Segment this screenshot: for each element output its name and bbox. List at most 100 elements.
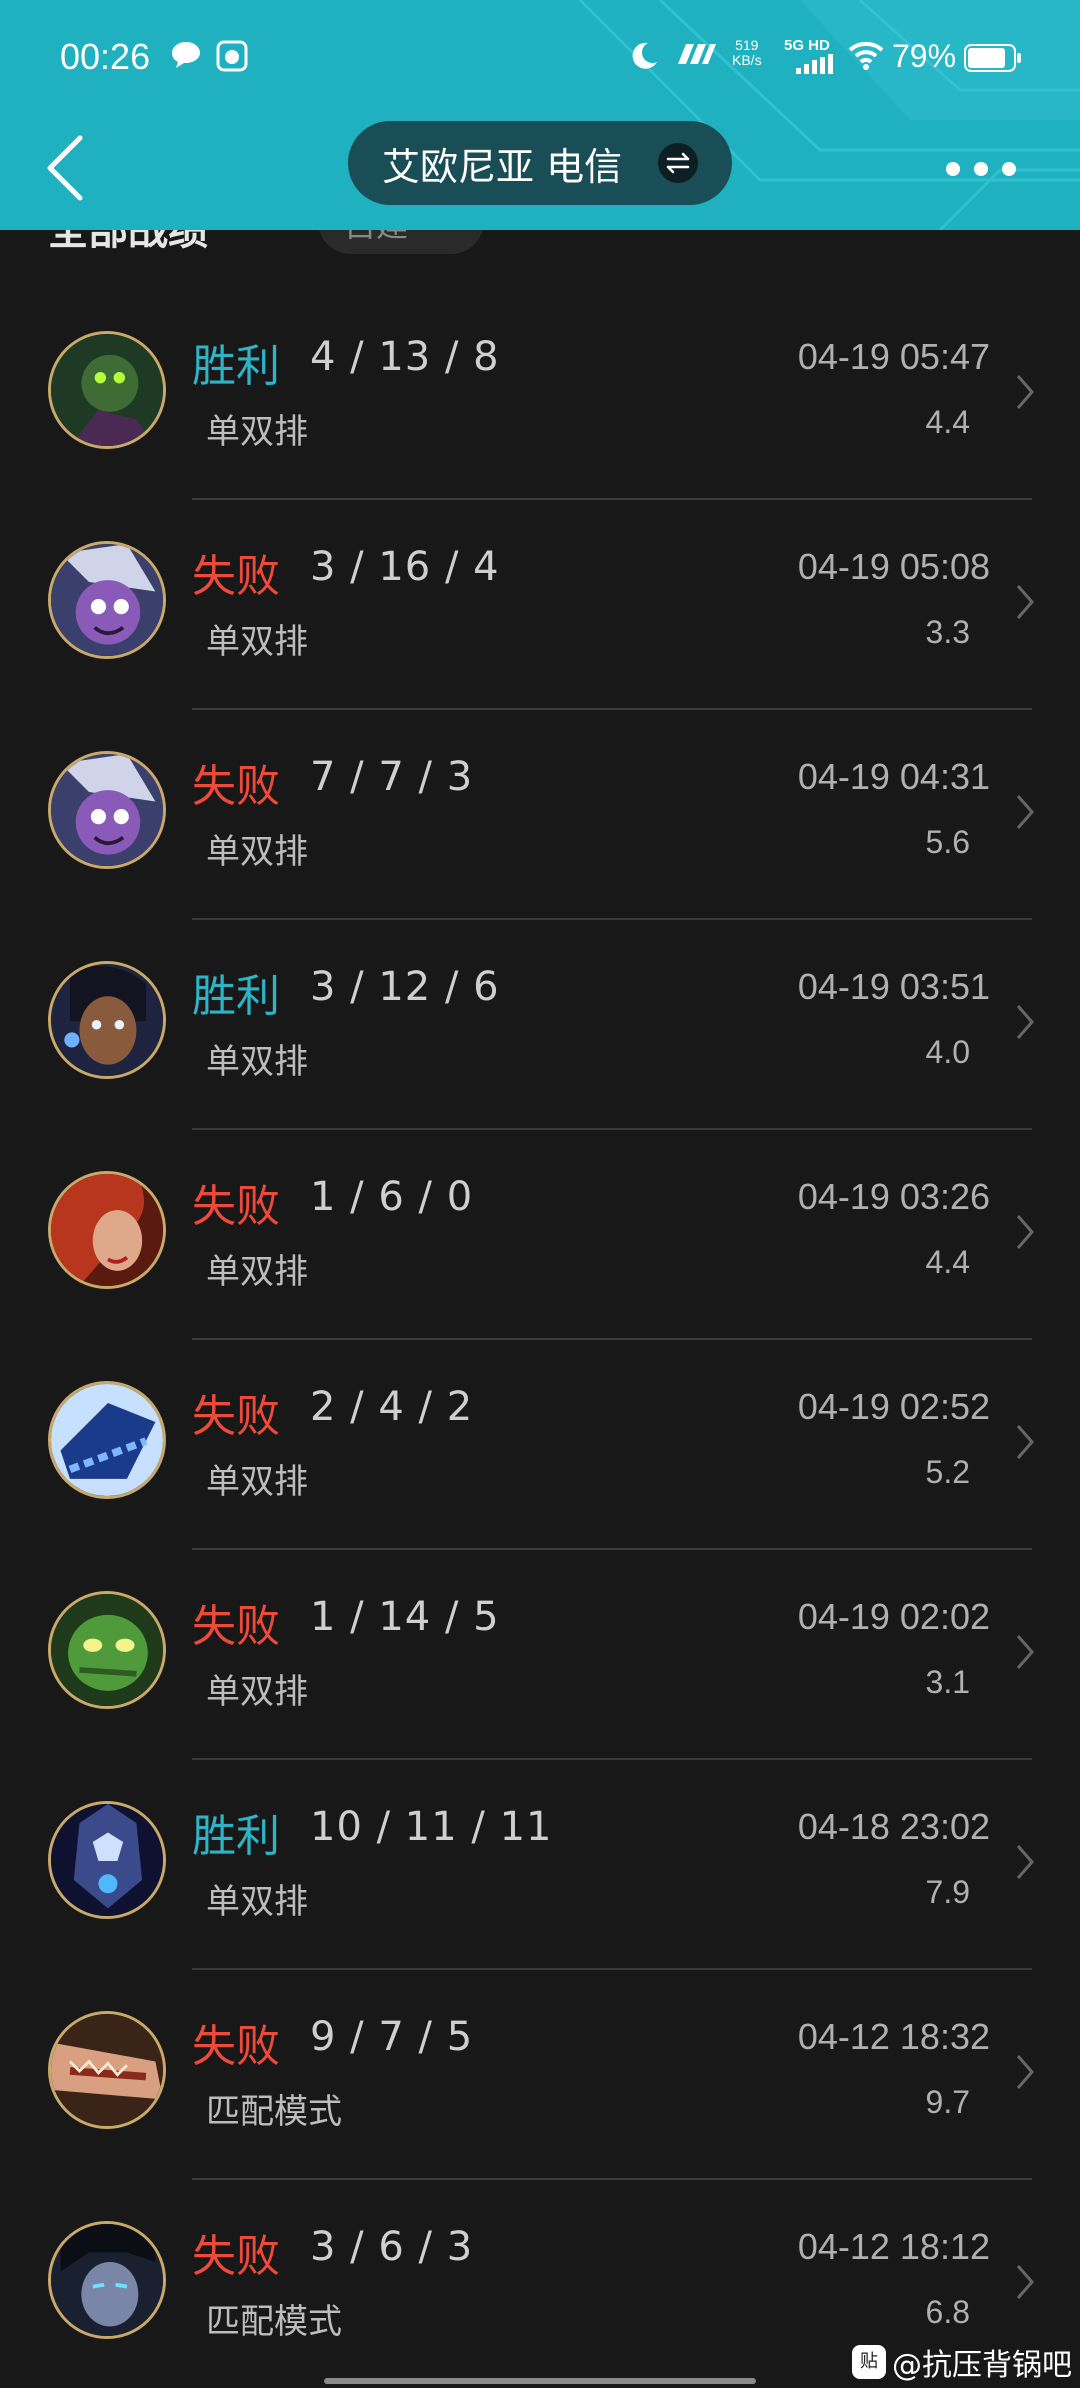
chevron-right-icon (1016, 1845, 1034, 1879)
match-mode: 单双排 (206, 1042, 308, 1082)
match-datetime: 04-18 23:02 (797, 1806, 990, 1847)
chevron-right-icon (1016, 1425, 1034, 1459)
chevron-right-icon (1016, 2265, 1034, 2299)
match-datetime: 04-19 03:51 (797, 966, 990, 1007)
green-mummy-champion-icon (48, 1591, 166, 1709)
match-result: 失败 (192, 761, 280, 812)
match-result: 失败 (192, 551, 280, 602)
more-dot (946, 162, 960, 176)
moon-icon (632, 42, 657, 69)
match-kda: 10 / 11 / 11 (310, 1804, 553, 1850)
status-bar: 00:26 519 KB/s 5G HD 79% (0, 0, 1080, 118)
purple-yordle-champion-icon (48, 751, 166, 869)
match-datetime: 04-19 02:52 (797, 1386, 990, 1427)
match-mode: 单双排 (206, 622, 308, 662)
chevron-right-icon (1016, 375, 1034, 409)
network-type: 5G HD (784, 37, 830, 54)
match-row[interactable]: 胜利 10 / 11 / 11 单双排 04-18 23:02 7.9 (0, 1760, 1080, 1970)
match-result: 胜利 (192, 341, 280, 392)
match-result: 失败 (192, 2231, 280, 2282)
match-result: 胜利 (192, 1811, 280, 1862)
match-score: 7.9 (925, 1874, 970, 1910)
match-datetime: 04-19 03:26 (797, 1176, 990, 1217)
battery-percent: 79% (892, 38, 957, 74)
match-datetime: 04-19 02:02 (797, 1596, 990, 1637)
swap-icon (658, 143, 698, 183)
match-kda: 3 / 12 / 6 (310, 964, 500, 1010)
match-datetime: 04-19 05:47 (797, 336, 990, 377)
match-mode: 匹配模式 (206, 2092, 342, 2132)
match-result: 失败 (192, 2021, 280, 2072)
chevron-right-icon (1016, 795, 1034, 829)
match-datetime: 04-19 05:08 (797, 546, 990, 587)
purple-yordle-champion-icon (48, 541, 166, 659)
app-header: 00:26 519 KB/s 5G HD 79% 艾欧尼亚 电信 (0, 0, 1080, 230)
battery-icon (964, 44, 1021, 72)
red-hair-champion-icon (48, 1171, 166, 1289)
watermark-text: @抗压背锅吧 (892, 2348, 1072, 2383)
match-row[interactable]: 胜利 3 / 12 / 6 单双排 04-19 03:51 4.0 (0, 920, 1080, 1130)
match-result: 失败 (192, 1601, 280, 1652)
match-mode: 单双排 (206, 412, 308, 452)
match-datetime: 04-12 18:32 (797, 2016, 990, 2057)
more-dot (974, 162, 988, 176)
match-score: 4.4 (925, 404, 970, 440)
match-row[interactable]: 失败 9 / 7 / 5 匹配模式 04-12 18:32 9.7 (0, 1970, 1080, 2180)
match-kda: 4 / 13 / 8 (310, 334, 500, 380)
server-name: 艾欧尼亚 电信 (382, 144, 623, 189)
net-speed-value: 519 (735, 37, 759, 53)
dark-knight-champion-icon (48, 2221, 166, 2339)
net-speed: 519 KB/s (732, 38, 762, 68)
match-kda: 1 / 6 / 0 (310, 1174, 474, 1220)
back-arrow-icon[interactable] (40, 128, 100, 208)
match-row[interactable]: 失败 2 / 4 / 2 单双排 04-19 02:52 5.2 (0, 1340, 1080, 1550)
signal-icon (796, 54, 833, 74)
chevron-right-icon (1016, 1005, 1034, 1039)
match-result: 失败 (192, 1181, 280, 1232)
match-kda: 3 / 6 / 3 (310, 2224, 474, 2270)
dark-armor-champion-icon (48, 1801, 166, 1919)
clock: 00:26 (60, 36, 151, 77)
match-mode: 单双排 (206, 832, 308, 872)
match-row[interactable]: 失败 1 / 14 / 5 单双排 04-19 02:02 3.1 (0, 1550, 1080, 1760)
carrier-logo-icon (678, 44, 716, 64)
chat-bubble-icon (172, 42, 200, 68)
chevron-right-icon (1016, 1635, 1034, 1669)
blue-chain-champion-icon (48, 1381, 166, 1499)
watermark: 贴 @抗压背锅吧 (852, 2340, 1072, 2384)
match-row[interactable]: 失败 7 / 7 / 3 单双排 04-19 04:31 5.6 (0, 710, 1080, 920)
wifi-icon (848, 41, 884, 70)
net-speed-unit: KB/s (732, 52, 762, 68)
match-score: 3.3 (925, 614, 970, 650)
more-options-button[interactable] (946, 154, 1016, 184)
match-kda: 1 / 14 / 5 (310, 1594, 500, 1640)
rat-champion-icon (48, 331, 166, 449)
monster-jaw-champion-icon (48, 2011, 166, 2129)
match-score: 3.1 (925, 1664, 970, 1700)
match-score: 6.8 (925, 2294, 970, 2330)
match-mode: 单双排 (206, 1672, 308, 1712)
match-score: 4.0 (925, 1034, 970, 1070)
chevron-right-icon (1016, 585, 1034, 619)
match-mode: 单双排 (206, 1252, 308, 1292)
match-kda: 7 / 7 / 3 (310, 754, 474, 800)
tieba-logo-icon: 贴 (852, 2345, 886, 2379)
chevron-right-icon (1016, 1215, 1034, 1249)
match-result: 失败 (192, 1391, 280, 1442)
match-mode: 匹配模式 (206, 2302, 342, 2342)
match-row[interactable]: 失败 1 / 6 / 0 单双排 04-19 03:26 4.4 (0, 1130, 1080, 1340)
match-history-list: 胜利 4 / 13 / 8 单双排 04-19 05:47 4.4 失败 3 /… (0, 290, 1080, 2388)
match-kda: 2 / 4 / 2 (310, 1384, 474, 1430)
match-row[interactable]: 胜利 4 / 13 / 8 单双排 04-19 05:47 4.4 (0, 290, 1080, 500)
match-score: 5.6 (925, 824, 970, 860)
match-score: 9.7 (925, 2084, 970, 2120)
match-score: 4.4 (925, 1244, 970, 1280)
app-notification-icon (216, 40, 248, 72)
match-kda: 3 / 16 / 4 (310, 544, 500, 590)
match-result: 胜利 (192, 971, 280, 1022)
more-dot (1002, 162, 1016, 176)
match-row[interactable]: 失败 3 / 16 / 4 单双排 04-19 05:08 3.3 (0, 500, 1080, 710)
dark-hair-champion-icon (48, 961, 166, 1079)
server-selector[interactable]: 艾欧尼亚 电信 (348, 121, 732, 205)
home-indicator[interactable] (324, 2378, 756, 2384)
